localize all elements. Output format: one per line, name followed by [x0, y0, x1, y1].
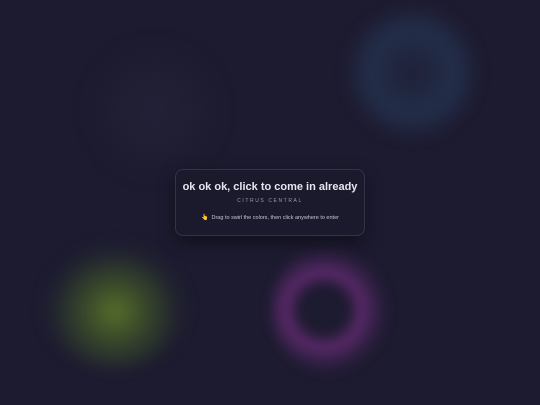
enter-prompt-title: ok ok ok, click to come in already [182, 181, 358, 193]
blue-color-blob [345, 5, 480, 140]
faint-color-blob [85, 40, 225, 180]
site-name: CITRUS CENTRAL [237, 198, 303, 204]
green-color-blob [40, 240, 190, 370]
pointing-hand-icon: 👆 [201, 215, 209, 221]
instruction-hint: 👆 Drag to swirl the colors, then click an… [176, 214, 364, 221]
instruction-text: Drag to swirl the colors, then click any… [211, 215, 339, 221]
color-swirl-canvas[interactable]: ok ok ok, click to come in already CITRU… [0, 0, 540, 405]
enter-prompt-card[interactable]: ok ok ok, click to come in already CITRU… [175, 169, 365, 236]
purple-color-blob [270, 245, 390, 375]
